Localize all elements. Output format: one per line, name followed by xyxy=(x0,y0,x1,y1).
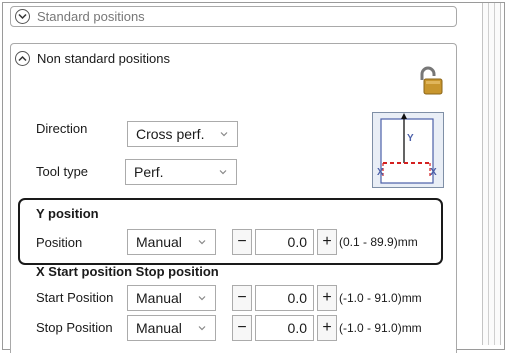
x-position-heading: X Start position Stop position xyxy=(36,264,219,279)
standard-positions-section[interactable]: Standard positions xyxy=(10,6,457,27)
stop-position-range: (-1.0 - 91.0)mm xyxy=(339,321,422,335)
start-position-increment-button[interactable]: + xyxy=(317,285,337,311)
chevron-down-icon xyxy=(198,296,206,301)
y-position-value-field[interactable]: 0.0 xyxy=(255,229,314,255)
y-position-range: (0.1 - 89.9)mm xyxy=(339,235,418,249)
vertical-scrollbar[interactable] xyxy=(482,3,501,345)
chevron-down-icon[interactable] xyxy=(15,9,30,24)
tool-type-label: Tool type xyxy=(36,164,89,179)
chevron-down-icon xyxy=(198,240,206,245)
start-position-label: Start Position xyxy=(36,290,114,305)
cross-perf-direction-preview-icon: Y X X xyxy=(372,112,444,188)
start-position-mode-select[interactable]: Manual xyxy=(127,285,216,311)
stop-position-mode-select[interactable]: Manual xyxy=(127,315,216,341)
stop-position-label: Stop Position xyxy=(36,320,113,335)
stop-position-decrement-button[interactable]: − xyxy=(232,315,252,341)
start-position-range: (-1.0 - 91.0)mm xyxy=(339,291,422,305)
y-position-increment-button[interactable]: + xyxy=(317,229,337,255)
tool-type-value: Perf. xyxy=(134,164,164,180)
chevron-down-icon xyxy=(198,326,206,331)
scrollbar-thumb[interactable] xyxy=(488,3,495,345)
stop-position-increment-button[interactable]: + xyxy=(317,315,337,341)
start-position-mode-value: Manual xyxy=(136,290,182,306)
y-position-decrement-button[interactable]: − xyxy=(232,229,252,255)
non-standard-positions-title[interactable]: Non standard positions xyxy=(37,51,170,66)
stop-position-value-field[interactable]: 0.0 xyxy=(255,315,314,341)
start-position-decrement-button[interactable]: − xyxy=(232,285,252,311)
preview-y-label: Y xyxy=(407,133,414,144)
preview-x-right-label: X xyxy=(430,167,437,178)
direction-value: Cross perf. xyxy=(136,126,205,142)
chevron-down-icon xyxy=(219,170,227,175)
standard-positions-title[interactable]: Standard positions xyxy=(37,9,145,24)
start-position-value-field[interactable]: 0.0 xyxy=(255,285,314,311)
preview-x-left-label: X xyxy=(377,167,384,178)
y-position-label: Position xyxy=(36,235,83,250)
y-position-mode-select[interactable]: Manual xyxy=(127,229,216,255)
stop-position-mode-value: Manual xyxy=(136,320,182,336)
direction-label: Direction xyxy=(36,121,88,136)
tool-type-select[interactable]: Perf. xyxy=(125,159,237,185)
y-position-mode-value: Manual xyxy=(136,234,182,250)
unlocked-padlock-icon[interactable] xyxy=(417,66,445,96)
chevron-down-icon xyxy=(220,132,228,137)
chevron-up-icon[interactable] xyxy=(15,51,30,66)
y-position-heading: Y position xyxy=(36,206,99,221)
direction-select[interactable]: Cross perf. xyxy=(127,121,238,147)
